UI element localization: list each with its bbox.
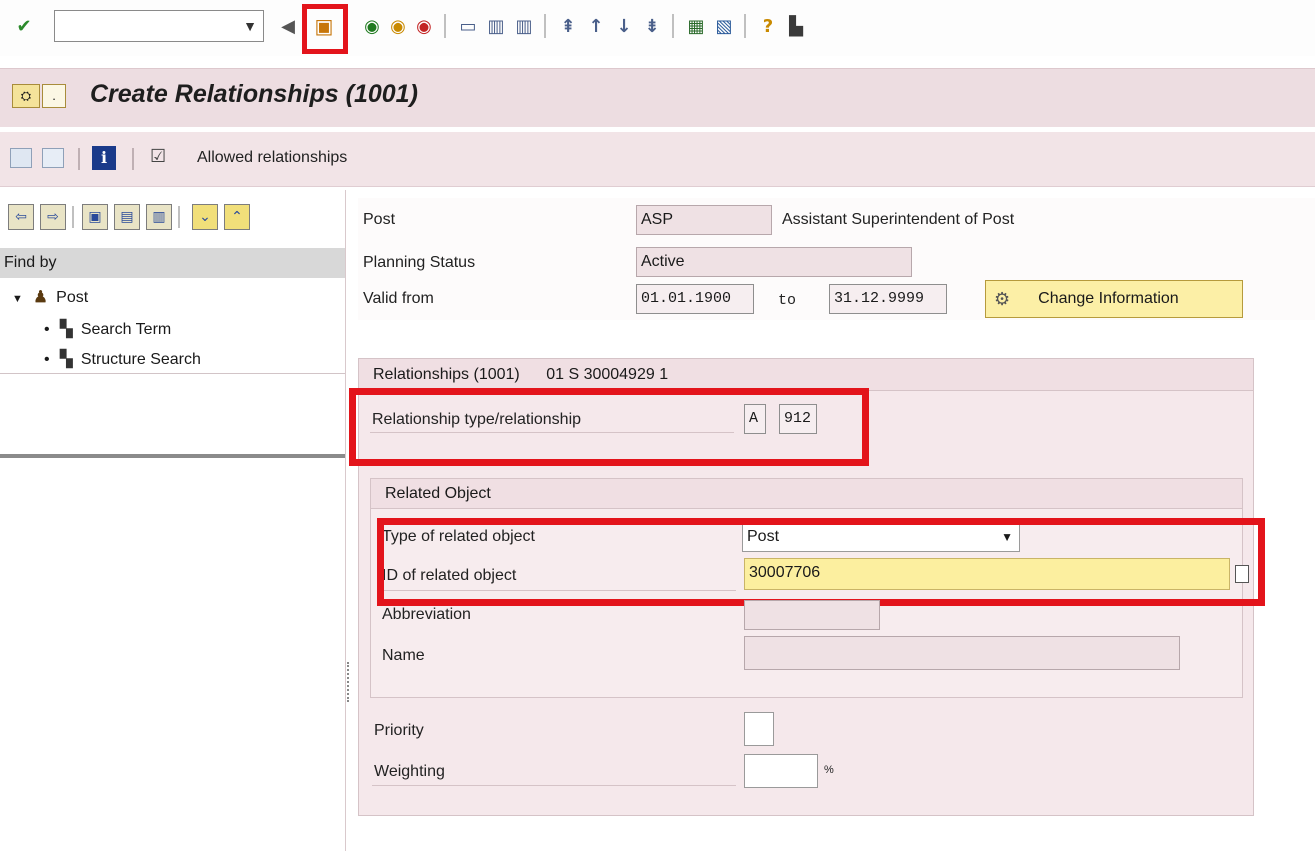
- valid-to-field[interactable]: 31.12.9999: [829, 284, 947, 314]
- help-icon[interactable]: ?: [756, 14, 780, 38]
- planning-status-label: Planning Status: [363, 254, 476, 271]
- name-field[interactable]: [744, 636, 1180, 670]
- back-nav-icon[interactable]: ⇦: [8, 204, 34, 230]
- forward-nav-icon[interactable]: ⇨: [40, 204, 66, 230]
- toolbar-separator: [672, 14, 674, 38]
- find-by-header: Find by: [0, 248, 345, 278]
- priority-field[interactable]: [744, 712, 774, 746]
- bullet-icon: •: [44, 321, 50, 338]
- collapse-icon[interactable]: ⌃: [224, 204, 250, 230]
- toolbar-separator: [178, 206, 180, 228]
- last-page-icon[interactable]: ⇟: [640, 14, 664, 38]
- nav-tool-icon[interactable]: ▥: [146, 204, 172, 230]
- nav-tool-icon[interactable]: ▤: [114, 204, 140, 230]
- toolbar-separator: [544, 14, 546, 38]
- vertical-splitter-handle[interactable]: [347, 662, 353, 702]
- change-information-icon: ⚙: [994, 288, 1011, 309]
- planning-status-field[interactable]: Active: [636, 247, 912, 277]
- tree-node-post[interactable]: ▼ ♟ Post: [12, 284, 88, 312]
- valid-from-field[interactable]: 01.01.1900: [636, 284, 754, 314]
- next-page-icon[interactable]: ↓: [612, 14, 636, 38]
- toolbar-separator: [744, 14, 746, 38]
- label-underline: [372, 785, 736, 786]
- allowed-relationships-icon[interactable]: ☑: [150, 146, 176, 170]
- tree-node-label: Post: [56, 289, 89, 306]
- binoculars-icon: ▚: [60, 321, 73, 338]
- person-icon: ♟: [33, 289, 48, 306]
- bullet-icon: •: [44, 351, 50, 368]
- name-label: Name: [382, 647, 425, 664]
- tree-node-label: Structure Search: [80, 351, 201, 368]
- abbreviation-field[interactable]: [744, 600, 880, 630]
- toolbar-separator: [444, 14, 446, 38]
- related-object-highlight-box: [377, 518, 1265, 606]
- check-icon[interactable]: ✔: [12, 14, 36, 38]
- print-icon[interactable]: ▭: [456, 14, 480, 38]
- panel-splitter[interactable]: [0, 454, 345, 458]
- toolbar-separator: [132, 148, 134, 170]
- abbreviation-label: Abbreviation: [382, 606, 471, 623]
- tree-node-search-term[interactable]: • ▚ Search Term: [44, 316, 171, 344]
- post-code-field[interactable]: ASP: [636, 205, 772, 235]
- weighting-label: Weighting: [374, 763, 445, 780]
- tree-expand-icon[interactable]: ▼: [12, 293, 23, 305]
- relationships-group-title: Relationships (1001): [373, 366, 520, 383]
- relationships-group-key: 01 S 30004929 1: [546, 366, 669, 383]
- toolbar-separator: [78, 148, 80, 170]
- first-page-icon[interactable]: ⇞: [556, 14, 580, 38]
- first-entry-icon[interactable]: [10, 148, 32, 168]
- cancel-icon[interactable]: ◉: [412, 14, 436, 38]
- weighting-unit: %: [824, 764, 834, 776]
- tree-node-label: Search Term: [80, 321, 172, 338]
- save-button-highlight: [302, 4, 348, 54]
- tree-divider: [0, 373, 345, 374]
- related-object-title: Related Object: [385, 485, 491, 502]
- related-object-header: Related Object: [371, 479, 1242, 509]
- post-label: Post: [363, 211, 396, 228]
- nav-tool-icon[interactable]: ▣: [82, 204, 108, 230]
- weighting-field[interactable]: [744, 754, 818, 788]
- menu-icon[interactable]: ⛭: [12, 84, 40, 108]
- back-arrow-icon[interactable]: ◀: [276, 14, 300, 38]
- valid-from-label: Valid from: [363, 290, 434, 307]
- find-next-icon[interactable]: ▥: [512, 14, 536, 38]
- to-label: to: [778, 292, 797, 309]
- relationship-highlight-box: [349, 388, 869, 466]
- info-icon[interactable]: i: [92, 146, 116, 170]
- previous-page-icon[interactable]: ↑: [584, 14, 608, 38]
- dropdown-icon[interactable]: ▼: [238, 10, 262, 42]
- exit-icon[interactable]: ◉: [386, 14, 410, 38]
- change-information-label: Change Information: [1038, 290, 1179, 307]
- relationships-group-header: Relationships (1001) 01 S 30004929 1: [359, 359, 1253, 391]
- tree-node-structure-search[interactable]: • ▚ Structure Search: [44, 346, 201, 374]
- customize-layout-icon[interactable]: ▙: [784, 14, 808, 38]
- command-field[interactable]: [54, 10, 264, 42]
- priority-label: Priority: [374, 722, 424, 739]
- menu-dropdown-icon[interactable]: .: [42, 84, 66, 108]
- find-icon[interactable]: ▥: [484, 14, 508, 38]
- page-title: Create Relationships (1001): [90, 80, 418, 108]
- expand-icon[interactable]: ⌄: [192, 204, 218, 230]
- back-icon[interactable]: ◉: [360, 14, 384, 38]
- binoculars-icon: ▚: [60, 351, 73, 368]
- toolbar-separator: [72, 206, 74, 228]
- post-name-text: Assistant Superintendent of Post: [782, 211, 1015, 228]
- shortcut-icon[interactable]: ▧: [712, 14, 736, 38]
- change-information-button[interactable]: ⚙ Change Information: [985, 280, 1243, 318]
- system-toolbar: ✔ ▼ ◀ ▣ ◉ ◉ ◉ ▭ ▥ ▥ ⇞ ↑ ↓ ⇟ ▦ ▧ ? ▙: [0, 0, 1315, 56]
- allowed-relationships-button[interactable]: Allowed relationships: [197, 149, 347, 167]
- create-session-icon[interactable]: ▦: [684, 14, 708, 38]
- next-entry-icon[interactable]: [42, 148, 64, 168]
